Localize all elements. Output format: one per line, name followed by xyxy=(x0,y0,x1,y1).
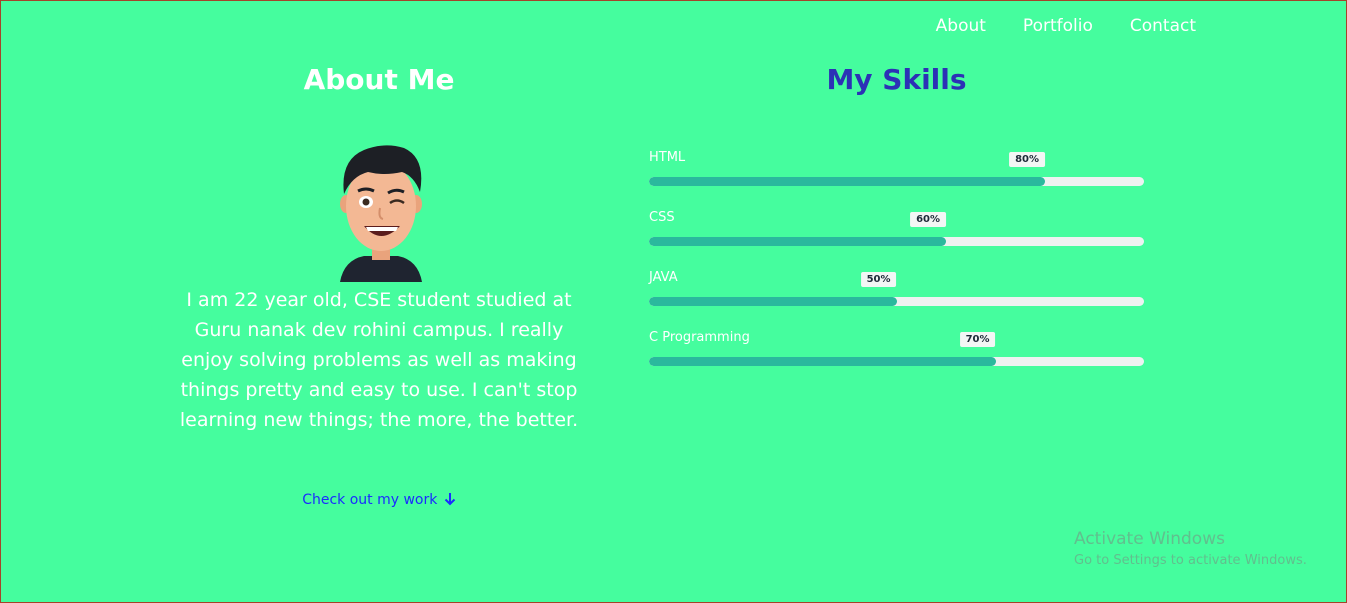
bio-text: I am 22 year old, CSE student studied at… xyxy=(179,289,579,431)
skill-percent-badge: 60% xyxy=(910,212,946,227)
skill-bar-fill xyxy=(649,297,897,306)
skill-bar-fill xyxy=(649,237,946,246)
my-skills-heading: My Skills xyxy=(826,63,967,96)
skill-bar-track xyxy=(649,297,1144,306)
top-nav: About Portfolio Contact xyxy=(936,16,1196,36)
skill-bar-fill xyxy=(649,357,996,366)
watermark-title: Activate Windows xyxy=(1074,529,1225,549)
skills-list: HTML 80% CSS 60% JAVA 50% C Programming … xyxy=(649,150,1144,390)
skill-c-programming: C Programming 70% xyxy=(649,330,1144,390)
activate-windows-watermark: Activate Windows Go to Settings to activ… xyxy=(1074,529,1307,568)
skill-name: C Programming xyxy=(649,330,750,345)
skill-java: JAVA 50% xyxy=(649,270,1144,330)
skill-html: HTML 80% xyxy=(649,150,1144,210)
skill-css: CSS 60% xyxy=(649,210,1144,270)
nav-portfolio-link[interactable]: Portfolio xyxy=(1023,16,1093,36)
skill-bar-track xyxy=(649,237,1144,246)
skill-name: CSS xyxy=(649,210,675,225)
skill-percent-badge: 80% xyxy=(1009,152,1045,167)
skill-bar-track xyxy=(649,177,1144,186)
avatar xyxy=(340,145,422,282)
arrow-down-icon xyxy=(444,493,456,506)
skill-name: HTML xyxy=(649,150,686,165)
skill-name: JAVA xyxy=(649,270,678,285)
check-out-work-link[interactable]: Check out my work xyxy=(302,492,456,508)
skill-percent-badge: 50% xyxy=(860,272,897,287)
watermark-subtitle: Go to Settings to activate Windows. xyxy=(1074,553,1307,568)
cta-wrapper: Check out my work xyxy=(177,492,581,508)
nav-contact-link[interactable]: Contact xyxy=(1130,16,1196,36)
skill-percent-badge: 70% xyxy=(959,332,996,347)
cta-label: Check out my work xyxy=(302,492,438,508)
skill-bar-fill xyxy=(649,177,1045,186)
skill-bar-track xyxy=(649,357,1144,366)
about-me-heading: About Me xyxy=(303,63,455,96)
nav-about-link[interactable]: About xyxy=(936,16,986,36)
